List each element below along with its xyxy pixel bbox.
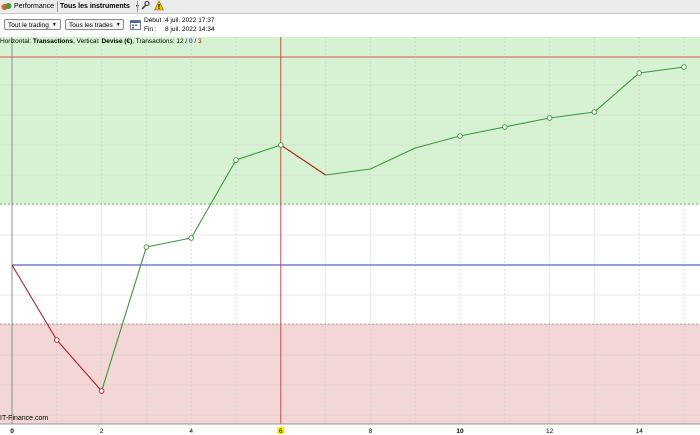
data-point [636, 70, 642, 76]
data-point [546, 115, 553, 121]
horizontal-prefix: Horizontal: [0, 38, 33, 45]
watermark-text: IT-Finance.com [0, 415, 49, 422]
equity-chart[interactable]: 0 2 4 6 8 10 12 14 [0, 0, 700, 435]
x-tick-label: 4 [189, 428, 193, 435]
horizontal-value: Transactions [32, 38, 73, 45]
data-point [278, 142, 284, 148]
x-tick-label: 12 [546, 428, 554, 435]
vertical-value: Devise (€) [101, 38, 133, 45]
series-segment [146, 237, 192, 248]
x-tick-label: 10 [456, 428, 464, 435]
data-point [188, 235, 194, 241]
data-point [143, 244, 150, 250]
chart-info-line: Horizontal: Transactions, Vertical: Devi… [0, 37, 700, 46]
data-point [54, 337, 60, 343]
loss-zone [0, 324, 700, 424]
data-point [591, 109, 598, 115]
vertical-prefix: , Vertical: [72, 38, 102, 45]
transactions-prefix: , Transactions: [132, 38, 177, 45]
data-point [502, 124, 508, 130]
x-tick-label: 8 [369, 428, 373, 435]
x-tick-label: 14 [636, 428, 644, 435]
x-tick-label: 0 [10, 428, 14, 435]
data-point [233, 157, 239, 163]
profit-zone [0, 37, 700, 204]
x-tick-label: 6 [279, 428, 283, 435]
data-point [457, 133, 463, 139]
data-point [98, 388, 105, 394]
transactions-losers: 3 [198, 38, 202, 45]
data-point [681, 64, 687, 70]
x-tick-label: 2 [100, 428, 104, 435]
transactions-total: 12 [176, 38, 184, 45]
